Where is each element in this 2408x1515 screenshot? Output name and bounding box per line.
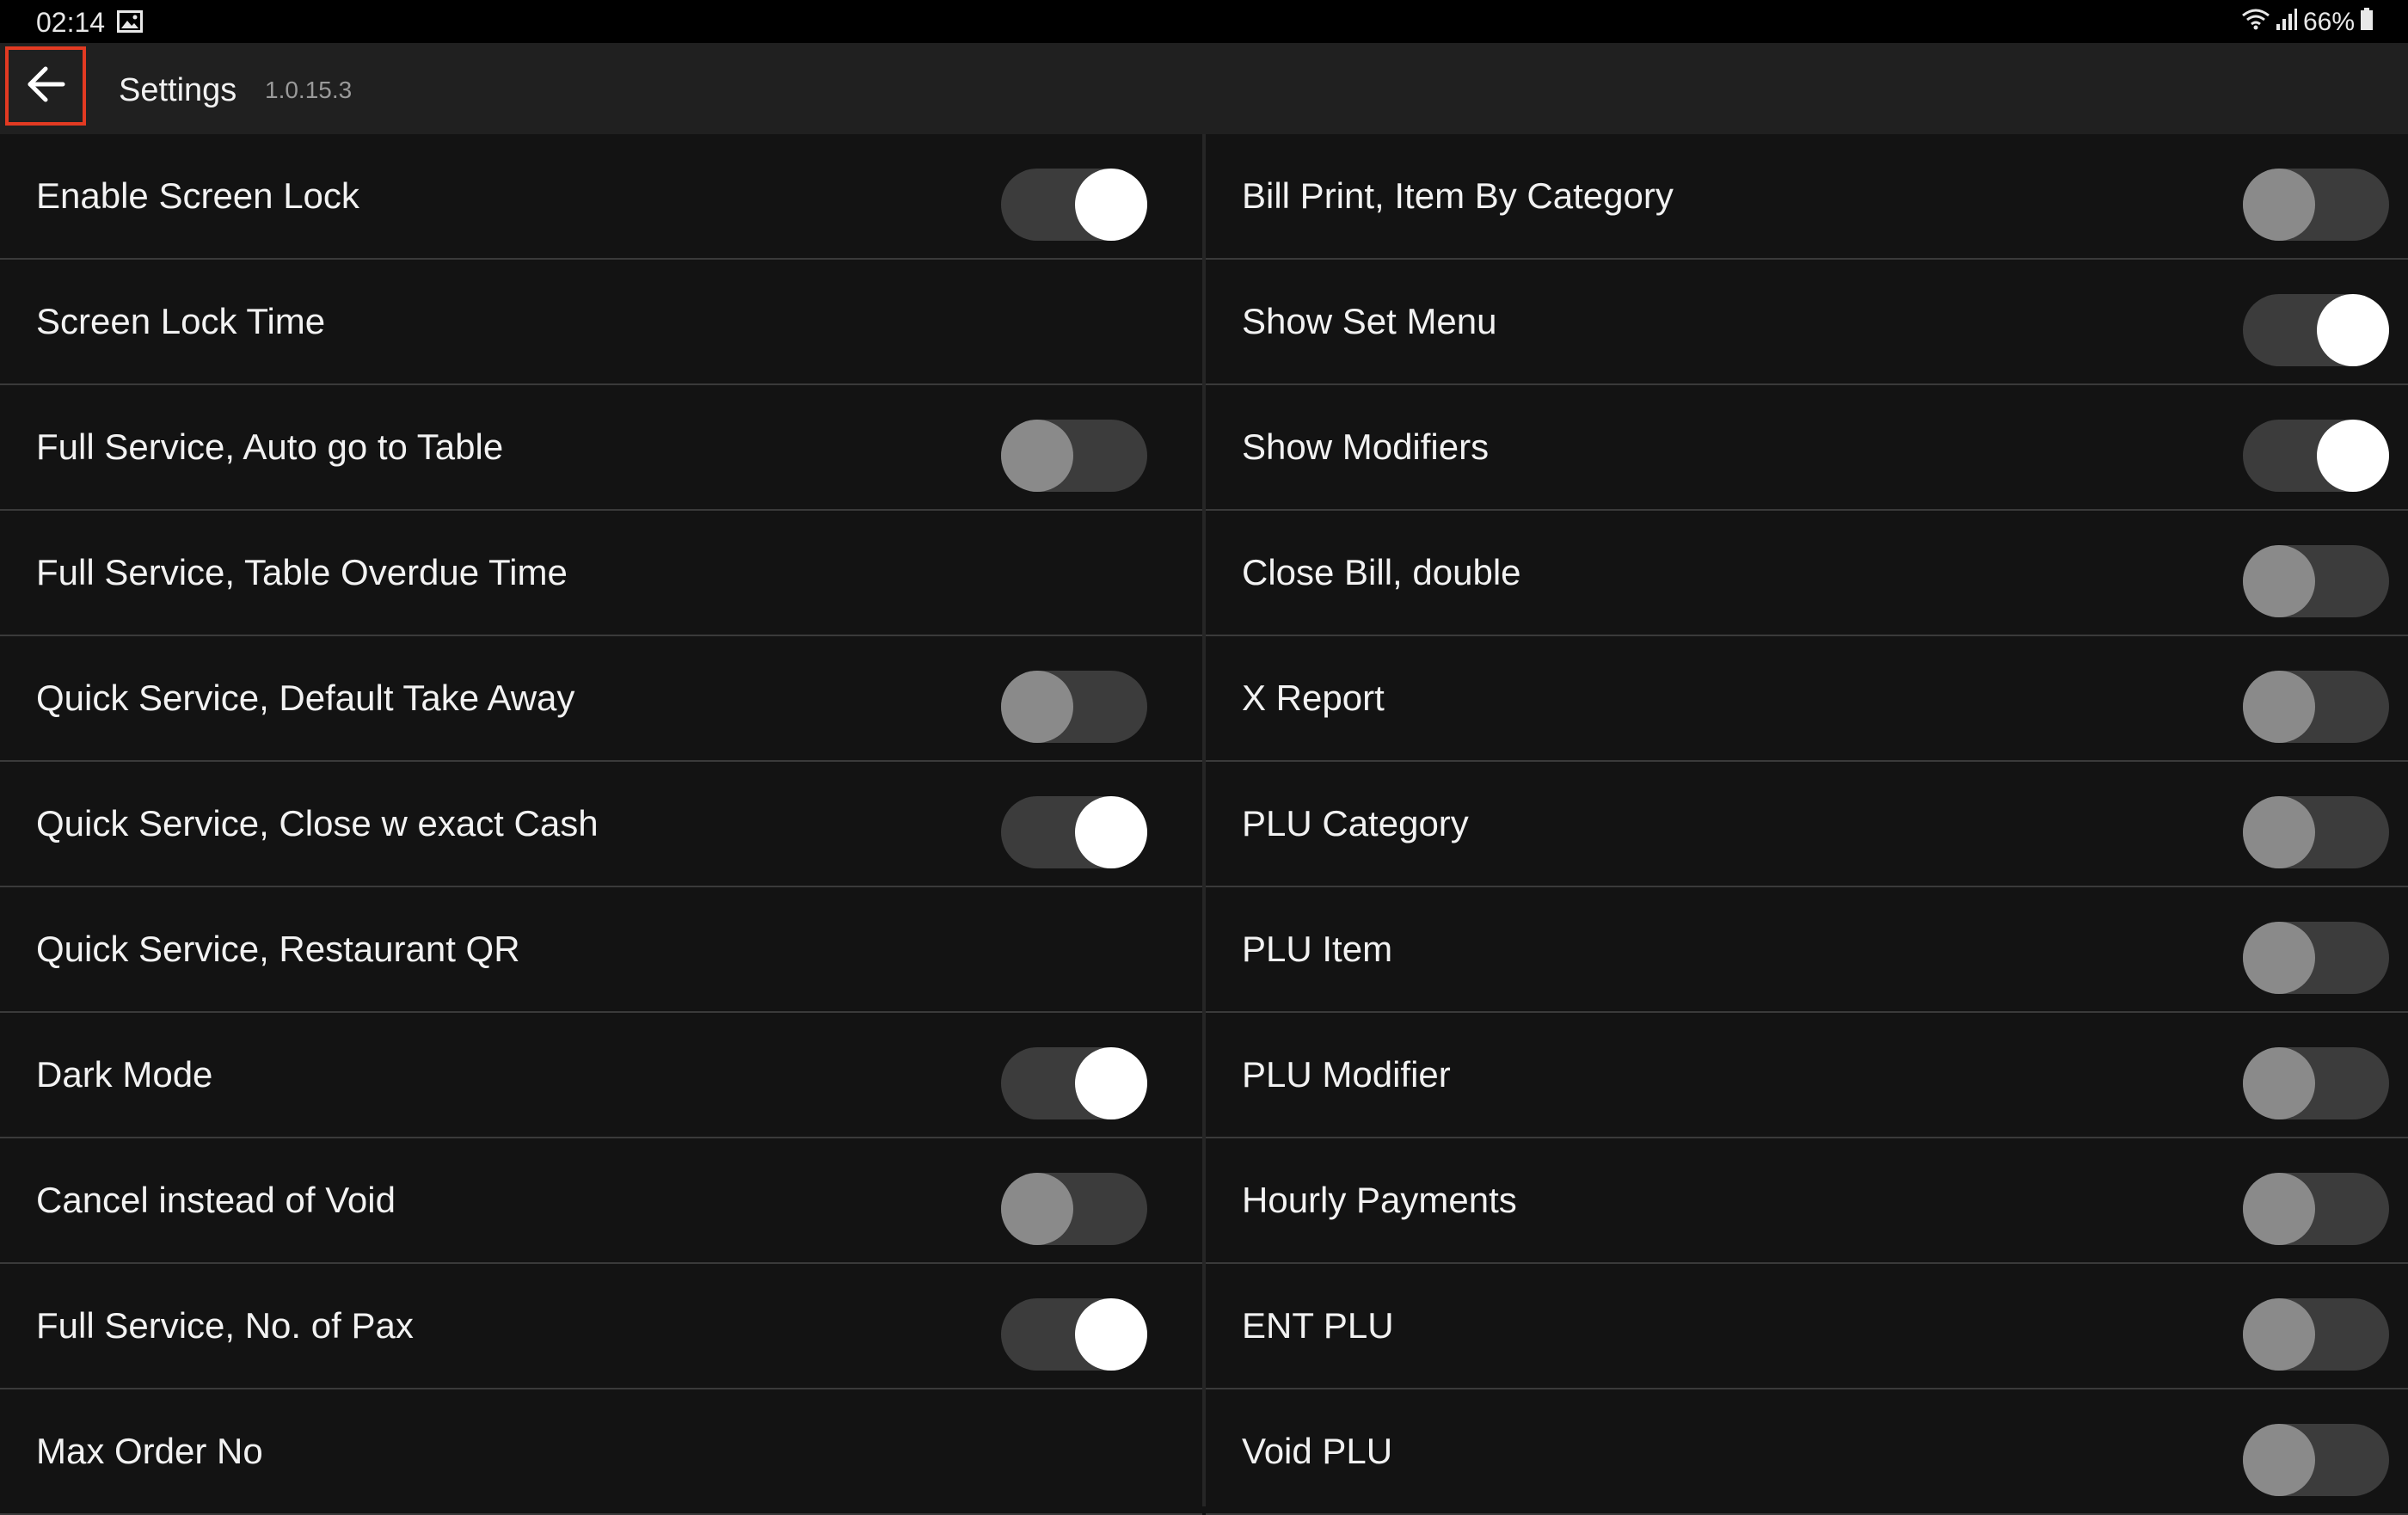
status-indicators: 66%: [2241, 5, 2374, 40]
settings-grid: Enable Screen Lock Screen Lock Time Full S…: [0, 134, 2408, 1515]
status-time: 02:14: [36, 7, 106, 38]
setting-row[interactable]: ENT PLU: [1206, 1264, 2408, 1389]
setting-row[interactable]: Cancel instead of Void: [0, 1138, 1202, 1264]
setting-label: Quick Service, Default Take Away: [36, 678, 575, 718]
setting-toggle[interactable]: [2243, 1424, 2389, 1496]
setting-row[interactable]: Void PLU: [1206, 1389, 2408, 1515]
setting-label: Max Order No: [36, 1431, 263, 1471]
setting-label: Full Service, No. of Pax: [36, 1305, 414, 1346]
toggle-knob: [2243, 1424, 2315, 1496]
battery-icon: [2360, 7, 2374, 38]
setting-toggle[interactable]: [1001, 1173, 1147, 1245]
setting-toggle[interactable]: [1001, 169, 1147, 241]
toggle-knob: [1075, 1298, 1147, 1371]
setting-toggle[interactable]: [1001, 671, 1147, 743]
settings-column-right: Bill Print, Item By Category Show Set Men…: [1206, 134, 2408, 1515]
setting-row[interactable]: PLU Category: [1206, 762, 2408, 887]
setting-toggle[interactable]: [2243, 294, 2389, 366]
setting-row[interactable]: X Report: [1206, 636, 2408, 762]
setting-row[interactable]: Dark Mode: [0, 1013, 1202, 1138]
status-bar: 02:14 66%: [0, 0, 2408, 43]
setting-toggle[interactable]: [2243, 420, 2389, 492]
signal-icon: [2276, 7, 2298, 38]
setting-toggle[interactable]: [1001, 420, 1147, 492]
toggle-knob: [1075, 1047, 1147, 1119]
toggle-knob: [2243, 1047, 2315, 1119]
wifi-icon: [2241, 7, 2270, 38]
setting-toggle[interactable]: [1001, 1047, 1147, 1119]
setting-label: PLU Category: [1242, 803, 1469, 843]
toggle-knob: [2317, 294, 2389, 366]
setting-label: PLU Modifier: [1242, 1054, 1451, 1095]
setting-label: Dark Mode: [36, 1054, 213, 1095]
toggle-knob: [2243, 1173, 2315, 1245]
setting-row[interactable]: Quick Service, Restaurant QR: [0, 887, 1202, 1013]
setting-toggle[interactable]: [2243, 1298, 2389, 1371]
arrow-left-icon: [25, 65, 66, 107]
toggle-knob: [1001, 420, 1073, 492]
toggle-knob: [2243, 671, 2315, 743]
setting-row[interactable]: Enable Screen Lock: [0, 134, 1202, 260]
setting-toggle[interactable]: [2243, 169, 2389, 241]
setting-label: Hourly Payments: [1242, 1180, 1517, 1220]
setting-row[interactable]: Full Service, Auto go to Table: [0, 385, 1202, 511]
setting-row[interactable]: Quick Service, Close w exact Cash: [0, 762, 1202, 887]
setting-label: ENT PLU: [1242, 1305, 1394, 1346]
setting-row[interactable]: PLU Item: [1206, 887, 2408, 1013]
setting-toggle[interactable]: [1001, 1298, 1147, 1371]
setting-label: Void PLU: [1242, 1431, 1393, 1471]
toggle-knob: [1001, 671, 1073, 743]
setting-label: Quick Service, Restaurant QR: [36, 929, 520, 969]
setting-toggle[interactable]: [2243, 922, 2389, 994]
toggle-knob: [2317, 420, 2389, 492]
toggle-knob: [1075, 169, 1147, 241]
setting-row[interactable]: Full Service, No. of Pax: [0, 1264, 1202, 1389]
setting-toggle[interactable]: [1001, 796, 1147, 868]
setting-toggle[interactable]: [2243, 796, 2389, 868]
setting-row[interactable]: Max Order No: [0, 1389, 1202, 1515]
setting-label: Enable Screen Lock: [36, 175, 359, 216]
setting-row[interactable]: Show Modifiers: [1206, 385, 2408, 511]
setting-toggle[interactable]: [2243, 1047, 2389, 1119]
setting-toggle[interactable]: [2243, 671, 2389, 743]
setting-row[interactable]: Bill Print, Item By Category: [1206, 134, 2408, 260]
setting-label: Close Bill, double: [1242, 552, 1521, 592]
setting-label: Cancel instead of Void: [36, 1180, 396, 1220]
setting-row[interactable]: PLU Modifier: [1206, 1013, 2408, 1138]
setting-label: Full Service, Table Overdue Time: [36, 552, 568, 592]
setting-label: Show Modifiers: [1242, 426, 1490, 467]
setting-row[interactable]: Full Service, Table Overdue Time: [0, 511, 1202, 636]
page-title: Settings: [119, 72, 237, 108]
setting-row[interactable]: Quick Service, Default Take Away: [0, 636, 1202, 762]
setting-toggle[interactable]: [2243, 545, 2389, 617]
toggle-knob: [2243, 1298, 2315, 1371]
app-bar: Settings 1.0.15.3: [0, 43, 2408, 134]
setting-label: PLU Item: [1242, 929, 1393, 969]
setting-toggle[interactable]: [2243, 1173, 2389, 1245]
setting-label: Show Set Menu: [1242, 301, 1497, 341]
toggle-knob: [2243, 796, 2315, 868]
back-button[interactable]: [5, 46, 86, 126]
setting-label: X Report: [1242, 678, 1385, 718]
image-icon: [117, 10, 143, 33]
toggle-knob: [2243, 169, 2315, 241]
setting-label: Full Service, Auto go to Table: [36, 426, 504, 467]
setting-row[interactable]: Hourly Payments: [1206, 1138, 2408, 1264]
setting-row[interactable]: Close Bill, double: [1206, 511, 2408, 636]
toggle-knob: [2243, 922, 2315, 994]
settings-column-left: Enable Screen Lock Screen Lock Time Full S…: [0, 134, 1202, 1515]
toggle-knob: [1001, 1173, 1073, 1245]
toggle-knob: [2243, 545, 2315, 617]
setting-label: Quick Service, Close w exact Cash: [36, 803, 599, 843]
setting-label: Bill Print, Item By Category: [1242, 175, 1674, 216]
setting-row[interactable]: Show Set Menu: [1206, 260, 2408, 385]
setting-label: Screen Lock Time: [36, 301, 326, 341]
battery-percent: 66%: [2302, 8, 2355, 36]
toggle-knob: [1075, 796, 1147, 868]
app-version: 1.0.15.3: [265, 77, 353, 103]
setting-row[interactable]: Screen Lock Time: [0, 260, 1202, 385]
